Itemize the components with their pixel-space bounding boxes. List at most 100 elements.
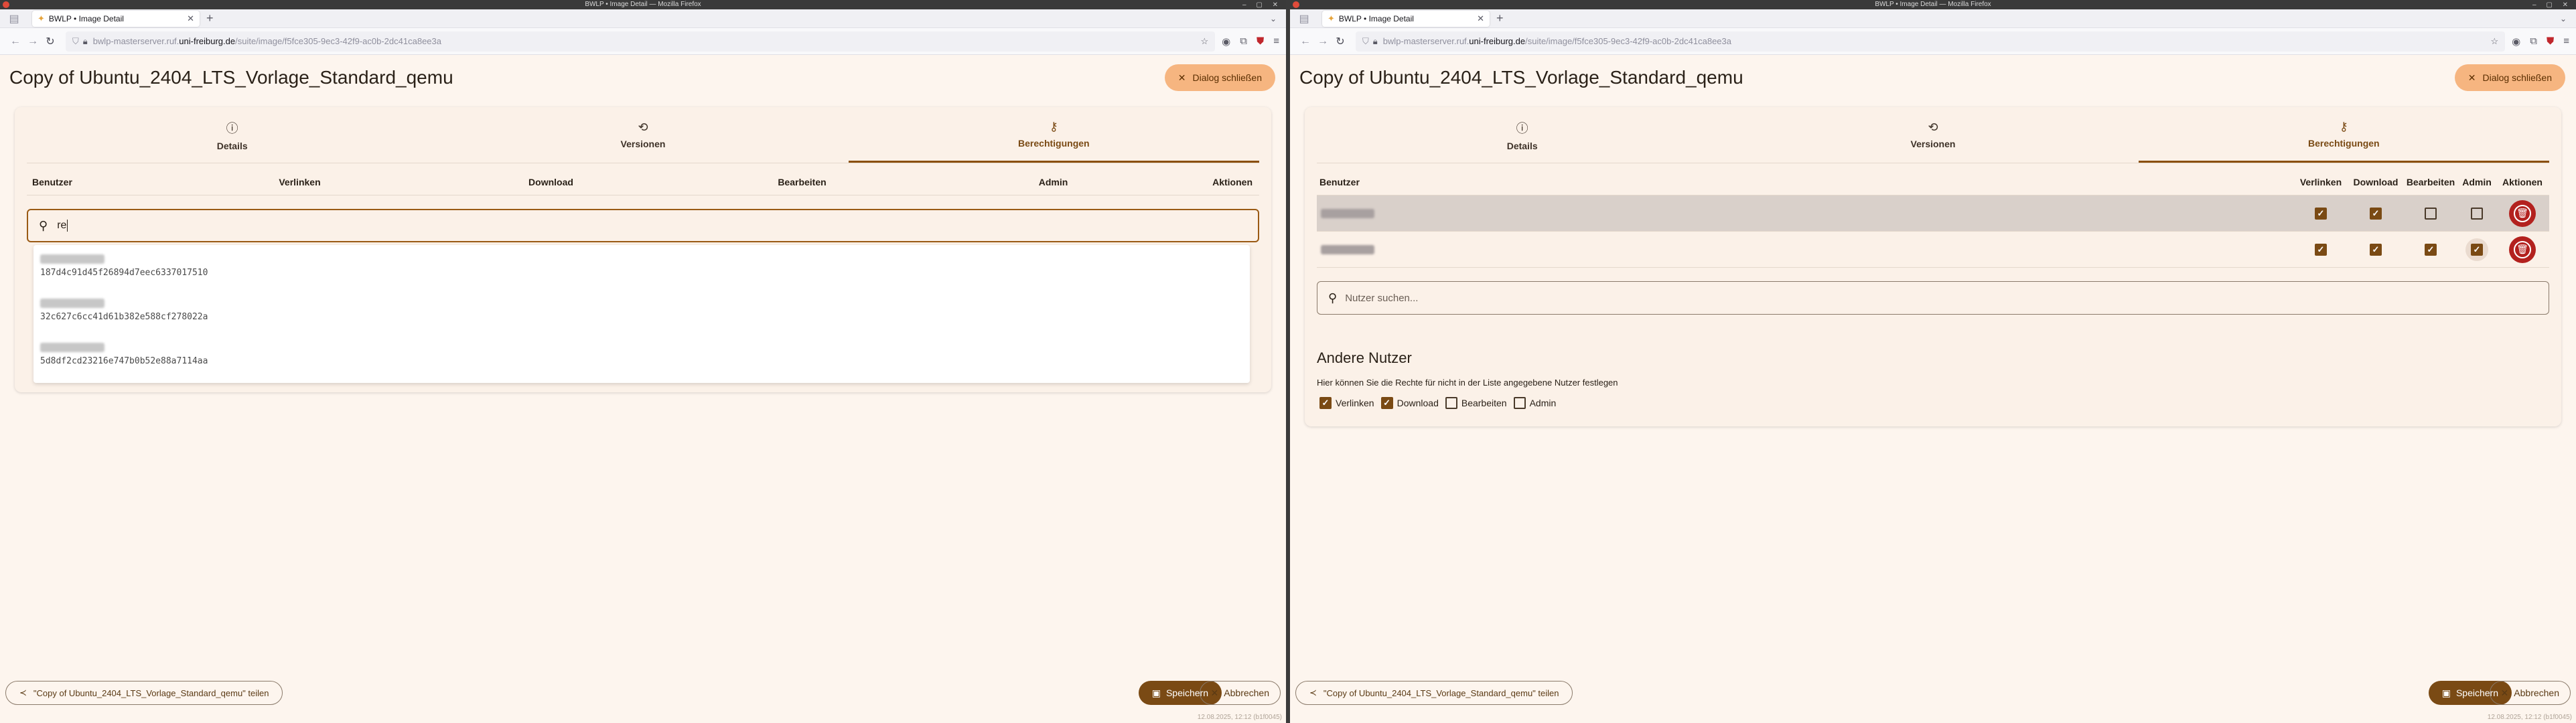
sidebar-icon[interactable]: ▤ — [1295, 12, 1313, 25]
checkbox-admin[interactable]: ✓ — [2471, 243, 2483, 256]
close-icon: ✕ — [2500, 687, 2509, 698]
dialog-close-button[interactable]: ✕ Dialog schließen — [1164, 64, 1275, 91]
other-checkbox-download[interactable]: ✓ — [1380, 397, 1393, 409]
tab-strip: ▤ ✦ BWLP • Image Detail ✕ + ⌄ — [1290, 9, 2576, 28]
menu-icon[interactable]: ≡ — [1273, 35, 1279, 48]
share-label: "Copy of Ubuntu_2404_LTS_Vorlage_Standar… — [33, 688, 269, 698]
suggestion-item[interactable]: 187d4c91d45f26894d7eec6337017510 — [33, 248, 1250, 292]
dialog-close-label: Dialog schließen — [1192, 72, 1263, 83]
search-icon: ⚲ — [1328, 291, 1338, 305]
tab-versions[interactable]: ⟲ Versionen — [1727, 107, 2138, 163]
tab-permissions-label: Berechtigungen — [1018, 137, 1090, 149]
cancel-button[interactable]: ✕ Abbrechen — [2489, 681, 2571, 705]
back-icon[interactable]: ← — [7, 35, 24, 48]
reload-icon[interactable]: ↻ — [1332, 35, 1349, 48]
list-tabs-icon[interactable]: ⌄ — [1270, 14, 1277, 23]
suggestion-item[interactable]: 5d8df2cd23216e747b0b52e88a7114aa — [33, 336, 1250, 380]
extensions-icon[interactable]: ⧉ — [2530, 35, 2537, 48]
other-checkbox-admin[interactable] — [1513, 397, 1526, 409]
favicon-icon: ✦ — [38, 13, 45, 23]
close-icon: ✕ — [1177, 72, 1186, 83]
screen-left: BWLP • Image Detail — Mozilla Firefox – … — [0, 0, 1286, 723]
other-label-link: Verlinken — [1336, 398, 1374, 408]
perm-cell-link: ✓ — [2293, 207, 2348, 220]
account-icon[interactable]: ◉ — [1222, 35, 1230, 48]
browser-tab-title: BWLP • Image Detail — [1338, 13, 1414, 23]
share-icon: ≺ — [19, 688, 27, 698]
reload-icon[interactable]: ↻ — [42, 35, 59, 48]
browser-tab[interactable]: ✦ BWLP • Image Detail ✕ — [32, 10, 200, 27]
checkbox-edit[interactable]: ✓ — [2425, 243, 2437, 256]
checkbox-download[interactable]: ✓ — [2370, 207, 2382, 220]
extensions-icon[interactable]: ⧉ — [1240, 35, 1247, 48]
close-tab-icon[interactable]: ✕ — [1477, 13, 1484, 24]
tab-bar: ⓘ Details ⟲ Versionen ⚷ Berechtigungen — [27, 107, 1259, 163]
info-icon: ⓘ — [226, 121, 238, 135]
tab-details[interactable]: ⓘ Details — [1317, 107, 1727, 163]
perm-cell-admin: ✓ — [2458, 238, 2496, 261]
url-prefix: bwlp-masterserver.ruf. — [1382, 36, 1470, 46]
menu-icon[interactable]: ≡ — [2563, 35, 2569, 48]
browser-tab[interactable]: ✦ BWLP • Image Detail ✕ — [1322, 10, 1490, 27]
tab-details[interactable]: ⓘ Details — [27, 107, 437, 163]
firefox-logo-icon — [3, 1, 9, 8]
new-tab-icon[interactable]: + — [1496, 11, 1504, 25]
other-checkbox-edit[interactable] — [1445, 397, 1457, 409]
delete-user-button[interactable]: 🗑︎ — [2509, 199, 2536, 227]
url-prefix: bwlp-masterserver.ruf. — [92, 36, 180, 46]
share-button[interactable]: ≺ "Copy of Ubuntu_2404_LTS_Vorlage_Stand… — [1295, 681, 1573, 705]
user-search-input[interactable]: ⚲ Nutzer suchen... — [1317, 281, 2549, 315]
shield-icon: ⛉ — [1362, 35, 1369, 46]
key-icon: ⚷ — [2339, 119, 2348, 133]
share-icon: ≺ — [1309, 688, 1317, 698]
window-title: BWLP • Image Detail — Mozilla Firefox — [585, 1, 701, 8]
url-path: /suite/image/f5fce305-9ec3-42f9-ac0b-2dc… — [235, 36, 441, 46]
new-tab-icon[interactable]: + — [206, 11, 214, 25]
share-button[interactable]: ≺ "Copy of Ubuntu_2404_LTS_Vorlage_Stand… — [5, 681, 283, 705]
tab-strip: ▤ ✦ BWLP • Image Detail ✕ + ⌄ — [0, 9, 1286, 28]
checkbox-download[interactable]: ✓ — [2370, 243, 2382, 256]
url-bar[interactable]: ⛉ 🔒︎ bwlp-masterserver.ruf. uni-freiburg.… — [1356, 31, 2506, 52]
tab-versions-label: Versionen — [1910, 139, 1956, 149]
permissions-table-body: ✓ ✓ 🗑︎ ✓ ✓ ✓ ✓ 🗑︎ — [1305, 195, 2561, 268]
close-tab-icon[interactable]: ✕ — [187, 13, 194, 24]
bookmark-star-icon[interactable]: ☆ — [2491, 36, 2499, 47]
suggestion-item[interactable]: 32c627c6cc41d61b382e588cf278022a — [33, 292, 1250, 336]
info-icon: ⓘ — [1516, 121, 1528, 135]
cancel-button[interactable]: ✕ Abbrechen — [1199, 681, 1281, 705]
delete-user-button[interactable]: 🗑︎ — [2509, 236, 2536, 263]
blurred-user-name — [40, 254, 104, 264]
url-path: /suite/image/f5fce305-9ec3-42f9-ac0b-2dc… — [1525, 36, 1731, 46]
checkbox-link[interactable]: ✓ — [2315, 243, 2327, 256]
forward-icon[interactable]: → — [1314, 35, 1332, 48]
checkbox-link[interactable]: ✓ — [2315, 207, 2327, 220]
sidebar-icon[interactable]: ▤ — [5, 12, 23, 25]
forward-icon[interactable]: → — [24, 35, 42, 48]
ublock-icon[interactable]: ⛊ — [1257, 35, 1264, 48]
checkbox-admin[interactable] — [2471, 207, 2483, 220]
tab-permissions[interactable]: ⚷ Berechtigungen — [848, 107, 1259, 163]
header-user: Benutzer — [32, 176, 72, 187]
account-icon[interactable]: ◉ — [2512, 35, 2520, 48]
user-suggestions: 187d4c91d45f26894d7eec6337017510 32c627c… — [33, 245, 1250, 383]
permissions-table-header: Benutzer Verlinken Download Bearbeiten A… — [27, 169, 1259, 195]
window-controls[interactable]: – ▢ ✕ — [1242, 1, 1282, 10]
actions-cell: 🗑︎ — [2496, 199, 2549, 227]
dialog-close-button[interactable]: ✕ Dialog schließen — [2454, 64, 2565, 91]
tab-permissions[interactable]: ⚷ Berechtigungen — [2138, 107, 2549, 163]
back-icon[interactable]: ← — [1297, 35, 1314, 48]
window-controls[interactable]: – ▢ ✕ — [2532, 1, 2572, 10]
user-search-input[interactable]: ⚲ re — [27, 209, 1259, 242]
header-link: Verlinken — [279, 176, 321, 187]
header-edit: Bearbeiten — [778, 176, 827, 187]
save-icon: ▣ — [1151, 687, 1161, 698]
other-checkbox-link[interactable]: ✓ — [1319, 397, 1332, 409]
blurred-user-name — [1321, 208, 1374, 218]
bookmark-star-icon[interactable]: ☆ — [1201, 36, 1209, 47]
header-download: Download — [2353, 176, 2399, 187]
list-tabs-icon[interactable]: ⌄ — [2560, 14, 2567, 23]
ublock-icon[interactable]: ⛊ — [2547, 35, 2554, 48]
tab-versions[interactable]: ⟲ Versionen — [437, 107, 848, 163]
checkbox-edit[interactable] — [2425, 207, 2437, 220]
url-bar[interactable]: ⛉ 🔒︎ bwlp-masterserver.ruf. uni-freiburg.… — [66, 31, 1216, 52]
